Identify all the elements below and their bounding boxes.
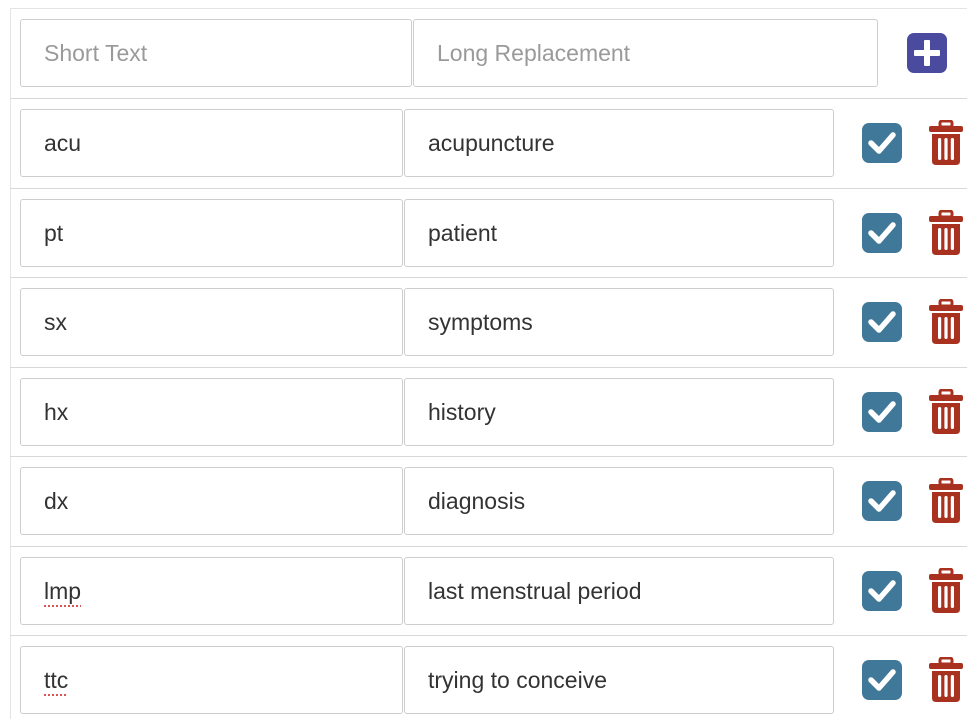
save-button[interactable]: [861, 480, 903, 522]
delete-button[interactable]: [928, 210, 964, 256]
check-square-icon: [862, 123, 902, 163]
trash-icon: [929, 657, 963, 702]
long-replacement-field[interactable]: diagnosis: [404, 467, 834, 535]
short-text-field[interactable]: dx: [20, 467, 403, 535]
long-replacement-field[interactable]: acupuncture: [404, 109, 834, 177]
check-square-icon: [862, 660, 902, 700]
check-square-icon: [862, 213, 902, 253]
short-text-field[interactable]: sx: [20, 288, 403, 356]
long-replacement-value: patient: [428, 220, 498, 246]
check-square-icon: [862, 392, 902, 432]
short-text-input[interactable]: Short Text: [20, 19, 412, 87]
save-button[interactable]: [861, 301, 903, 343]
save-button[interactable]: [861, 212, 903, 254]
delete-button[interactable]: [928, 299, 964, 345]
long-replacement-value: last menstrual period: [428, 578, 642, 604]
short-text-field[interactable]: pt: [20, 199, 403, 267]
abbreviation-row: acu acupuncture: [10, 98, 967, 189]
new-entry-row: Short Text Long Replacement: [10, 8, 967, 98]
check-square-icon: [862, 481, 902, 521]
trash-icon: [929, 568, 963, 613]
abbreviation-row: ttc trying to conceive: [10, 635, 967, 726]
long-replacement-field[interactable]: trying to conceive: [404, 646, 834, 714]
long-replacement-value: trying to conceive: [428, 667, 607, 693]
short-text-value: hx: [44, 399, 69, 425]
trash-icon: [929, 120, 963, 165]
check-square-icon: [862, 302, 902, 342]
abbreviation-row: pt patient: [10, 188, 967, 279]
short-text-field[interactable]: lmp: [20, 557, 403, 625]
short-text-value: ttc: [44, 667, 69, 693]
save-button[interactable]: [861, 391, 903, 433]
short-text-field[interactable]: ttc: [20, 646, 403, 714]
delete-button[interactable]: [928, 657, 964, 703]
short-text-value: dx: [44, 488, 69, 514]
long-replacement-field[interactable]: patient: [404, 199, 834, 267]
add-button[interactable]: [906, 32, 948, 74]
long-replacement-input[interactable]: Long Replacement: [413, 19, 878, 87]
check-square-icon: [862, 571, 902, 611]
trash-icon: [929, 210, 963, 255]
long-replacement-value: symptoms: [428, 309, 533, 335]
long-replacement-field[interactable]: history: [404, 378, 834, 446]
long-replacement-field[interactable]: last menstrual period: [404, 557, 834, 625]
save-button[interactable]: [861, 122, 903, 164]
long-replacement-value: history: [428, 399, 496, 425]
delete-button[interactable]: [928, 568, 964, 614]
save-button[interactable]: [861, 570, 903, 612]
abbreviation-row: dx diagnosis: [10, 456, 967, 547]
short-text-field[interactable]: hx: [20, 378, 403, 446]
long-replacement-value: diagnosis: [428, 488, 526, 514]
abbreviation-row: hx history: [10, 367, 967, 458]
short-text-value: pt: [44, 220, 64, 246]
short-text-value: lmp: [44, 578, 82, 604]
delete-button[interactable]: [928, 389, 964, 435]
save-button[interactable]: [861, 659, 903, 701]
abbreviation-row: lmp last menstrual period: [10, 546, 967, 637]
delete-button[interactable]: [928, 478, 964, 524]
trash-icon: [929, 389, 963, 434]
plus-square-icon: [907, 33, 947, 73]
short-text-value: sx: [44, 309, 67, 335]
short-text-field[interactable]: acu: [20, 109, 403, 177]
short-text-value: acu: [44, 130, 82, 156]
trash-icon: [929, 299, 963, 344]
delete-button[interactable]: [928, 120, 964, 166]
abbreviation-row: sx symptoms: [10, 277, 967, 368]
long-replacement-value: acupuncture: [428, 130, 555, 156]
long-replacement-field[interactable]: symptoms: [404, 288, 834, 356]
trash-icon: [929, 478, 963, 523]
